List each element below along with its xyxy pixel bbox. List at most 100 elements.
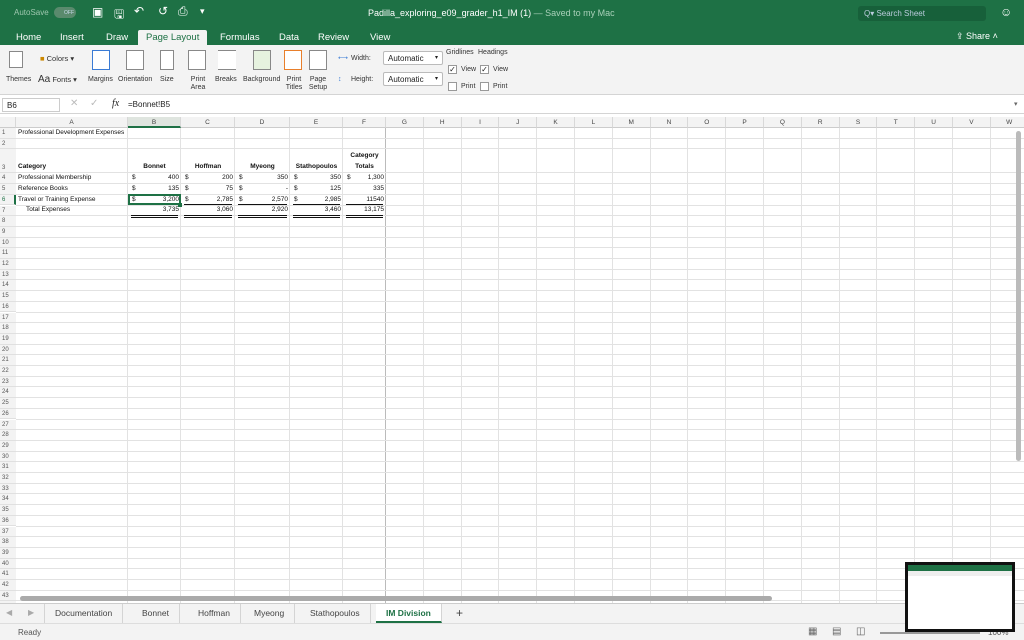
- row-header-25[interactable]: 25: [0, 398, 16, 409]
- column-header-u[interactable]: U: [915, 117, 953, 128]
- row-header-19[interactable]: 19: [0, 333, 16, 345]
- cell-A6[interactable]: Travel or Training Expense: [18, 196, 126, 203]
- width-select[interactable]: Automatic ▾: [383, 51, 443, 65]
- row-header-9[interactable]: 9: [0, 226, 16, 238]
- tab-data[interactable]: Data: [271, 30, 307, 45]
- margins-button[interactable]: Margins: [88, 76, 113, 84]
- search-sheet-input[interactable]: Q▾ Search Sheet: [858, 6, 986, 21]
- row-header-14[interactable]: 14: [0, 280, 16, 292]
- enter-icon[interactable]: ✓: [90, 98, 98, 109]
- row-header-13[interactable]: 13: [0, 269, 16, 281]
- row-header-31[interactable]: 31: [0, 462, 16, 473]
- sheet-tab-documentation[interactable]: Documentation: [44, 604, 124, 623]
- row-header-43[interactable]: 43: [0, 590, 16, 602]
- themes-button[interactable]: Themes: [6, 76, 31, 84]
- column-header-i[interactable]: I: [461, 117, 500, 128]
- cell-E4[interactable]: $350: [292, 174, 341, 181]
- row-header-29[interactable]: 29: [0, 440, 16, 452]
- cell-A5[interactable]: Reference Books: [18, 185, 126, 192]
- prev-sheet-icon[interactable]: ◀: [6, 608, 12, 617]
- vertical-scrollbar[interactable]: [1016, 131, 1021, 461]
- row-header-6[interactable]: 6: [0, 194, 16, 206]
- row-header-1[interactable]: 1: [0, 128, 16, 139]
- cell-B7[interactable]: 3,735: [130, 206, 179, 213]
- column-header-k[interactable]: K: [537, 117, 575, 128]
- cell-C4[interactable]: $200: [183, 174, 233, 181]
- row-header-30[interactable]: 30: [0, 451, 16, 463]
- size-icon[interactable]: [160, 50, 174, 70]
- cell-D7[interactable]: 2,920: [237, 206, 288, 213]
- name-box[interactable]: B6: [2, 98, 60, 112]
- row-header-15[interactable]: 15: [0, 291, 16, 302]
- row-header-34[interactable]: 34: [0, 494, 16, 506]
- row-header-35[interactable]: 35: [0, 505, 16, 516]
- cell-A1[interactable]: Professional Development Expenses: [18, 129, 126, 136]
- row-header-11[interactable]: 11: [0, 248, 16, 259]
- cell-B5[interactable]: $135: [130, 185, 179, 192]
- sheet-tab-bonnet[interactable]: Bonnet: [132, 604, 180, 623]
- tab-insert[interactable]: Insert: [52, 30, 92, 45]
- zoom-slider[interactable]: [880, 632, 980, 634]
- row-header-18[interactable]: 18: [0, 323, 16, 334]
- tab-draw[interactable]: Draw: [98, 30, 136, 45]
- column-header-r[interactable]: R: [801, 117, 840, 128]
- row-header-21[interactable]: 21: [0, 355, 16, 366]
- row-header-23[interactable]: 23: [0, 376, 16, 388]
- row-header-38[interactable]: 38: [0, 537, 16, 548]
- undo-icon[interactable]: ↶: [134, 4, 144, 18]
- print-area-icon[interactable]: [188, 50, 206, 70]
- cancel-icon[interactable]: ✕: [70, 98, 78, 109]
- select-all-corner[interactable]: [0, 117, 16, 128]
- column-header-l[interactable]: L: [575, 117, 613, 128]
- add-sheet-icon[interactable]: +: [456, 606, 463, 620]
- tab-formulas[interactable]: Formulas: [212, 30, 268, 45]
- row-header-10[interactable]: 10: [0, 237, 16, 249]
- fonts-button[interactable]: Aa Fonts ▾: [38, 75, 77, 85]
- row-header-20[interactable]: 20: [0, 344, 16, 356]
- cell-C3[interactable]: Hoffman: [183, 163, 233, 170]
- tab-page-layout[interactable]: Page Layout: [138, 30, 208, 45]
- themes-icon[interactable]: [9, 51, 23, 68]
- cell-C5[interactable]: $75: [183, 185, 233, 192]
- cell-F5[interactable]: 335: [345, 185, 384, 192]
- column-header-f[interactable]: F: [343, 117, 386, 128]
- redo-icon[interactable]: ↺: [158, 4, 168, 18]
- sheet-tab-hoffman[interactable]: Hoffman: [188, 604, 241, 623]
- cell-F6[interactable]: 11540: [345, 196, 384, 203]
- sidebar-icon[interactable]: ▣: [92, 5, 103, 19]
- colors-button[interactable]: ■ Colors ▾: [40, 55, 74, 63]
- cell-C6[interactable]: $2,785: [183, 196, 233, 203]
- breaks-icon[interactable]: [218, 50, 236, 70]
- background-button[interactable]: Background: [243, 76, 280, 84]
- column-header-g[interactable]: G: [386, 117, 424, 128]
- orientation-icon[interactable]: [126, 50, 144, 70]
- cell-D5[interactable]: $ -: [237, 185, 288, 192]
- column-header-a[interactable]: A: [16, 117, 128, 128]
- row-header-16[interactable]: 16: [0, 301, 16, 313]
- row-header-28[interactable]: 28: [0, 430, 16, 441]
- row-header-32[interactable]: 32: [0, 473, 16, 484]
- sheet-tab-stathopoulos[interactable]: Stathopoulos: [300, 604, 371, 623]
- row-header-33[interactable]: 33: [0, 483, 16, 495]
- cell-E7[interactable]: 3,460: [292, 206, 341, 213]
- column-header-c[interactable]: C: [181, 117, 235, 128]
- row-header-4[interactable]: 4: [0, 173, 16, 185]
- row-header-24[interactable]: 24: [0, 387, 16, 399]
- selected-cell-b6[interactable]: [128, 193, 181, 206]
- page-layout-view-icon[interactable]: ▤: [832, 626, 841, 637]
- autosave-toggle[interactable]: OFF: [54, 7, 76, 18]
- horizontal-scrollbar[interactable]: [20, 596, 772, 601]
- row-header-26[interactable]: 26: [0, 408, 16, 420]
- print-area-button[interactable]: Print Area: [186, 76, 210, 92]
- height-select[interactable]: Automatic ▾: [383, 72, 443, 86]
- row-header-17[interactable]: 17: [0, 312, 16, 324]
- cell-E3[interactable]: Stathopoulos: [292, 163, 341, 170]
- cell-F3[interactable]: Category: [345, 152, 384, 159]
- column-header-n[interactable]: N: [650, 117, 689, 128]
- row-header-36[interactable]: 36: [0, 515, 16, 527]
- row-header-41[interactable]: 41: [0, 569, 16, 580]
- tab-review[interactable]: Review: [310, 30, 357, 45]
- print-titles-icon[interactable]: [284, 50, 302, 70]
- page-setup-icon[interactable]: [309, 50, 327, 70]
- formula-input[interactable]: =Bonnet!B5: [128, 100, 170, 109]
